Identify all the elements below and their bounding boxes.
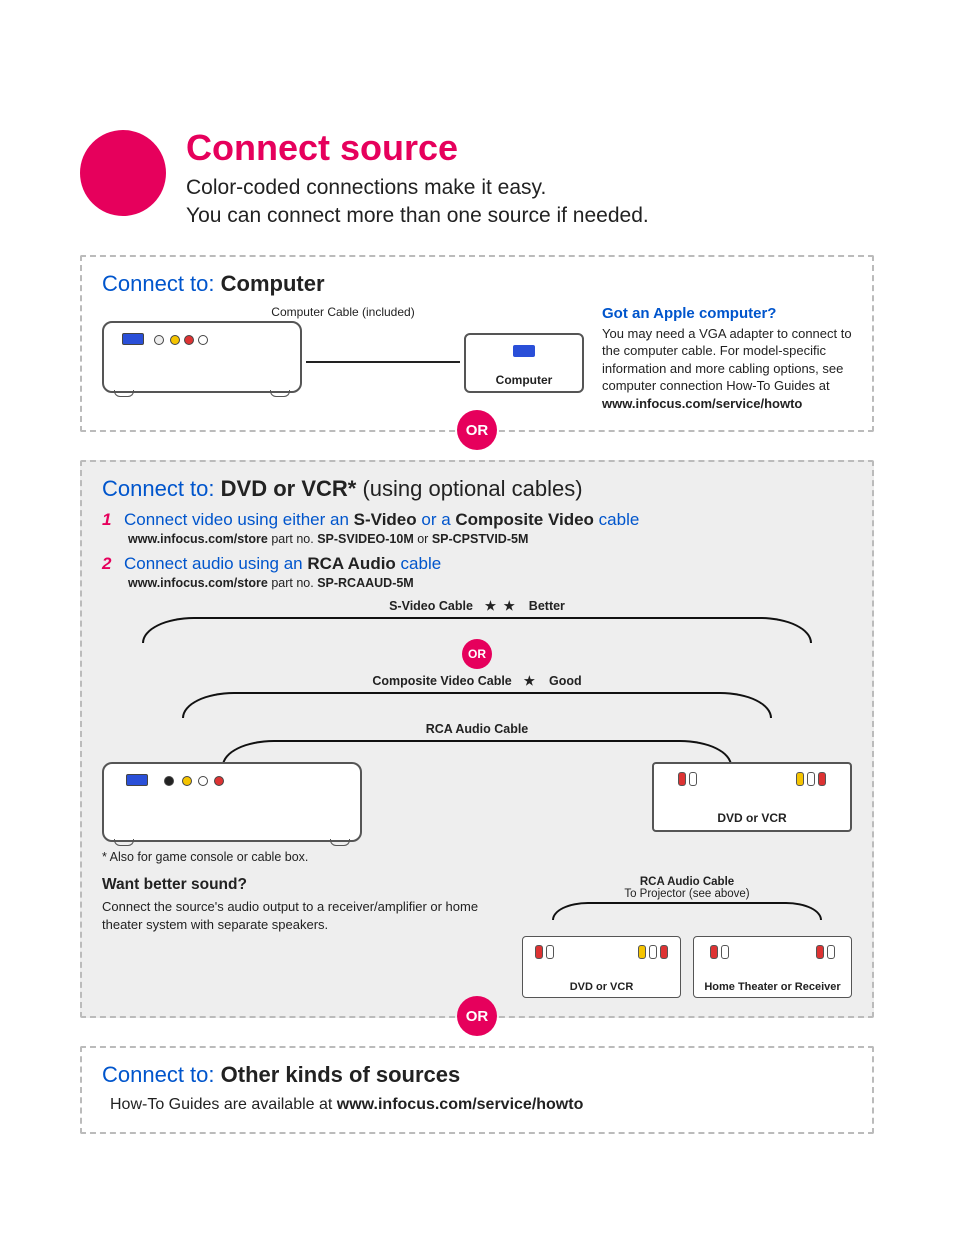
sound-rca-label: RCA Audio Cable — [522, 876, 852, 888]
sound-title: Want better sound? — [102, 876, 504, 894]
receiver-label: Home Theater or Receiver — [704, 981, 840, 993]
section-dvd-heading: Connect to: DVD or VCR* (using optional … — [102, 476, 852, 502]
or-small-badge: OR — [462, 639, 492, 669]
composite-arc-icon — [182, 692, 772, 718]
dvd-mini-box-icon: DVD or VCR — [522, 936, 681, 998]
apple-body: You may need a VGA adapter to connect to… — [602, 325, 852, 413]
cable-icon — [306, 361, 460, 363]
or-divider: OR — [457, 410, 497, 450]
page-header: Connect source Color-coded connections m… — [80, 130, 874, 231]
or-divider: OR — [457, 996, 497, 1036]
sound-body: Connect the source's audio output to a r… — [102, 898, 504, 933]
cable-label: Computer Cable (included) — [102, 305, 584, 319]
computer-label: Computer — [496, 373, 553, 387]
heading-prefix: Connect to: — [102, 271, 221, 296]
other-body: How-To Guides are available at www.infoc… — [110, 1096, 852, 1114]
mini-dvd-label: DVD or VCR — [570, 981, 634, 993]
receiver-mini-box-icon: Home Theater or Receiver — [693, 936, 852, 998]
step-2-parts: www.infocus.com/store part no. SP-RCAAUD… — [128, 576, 852, 590]
dvd-label: DVD or VCR — [717, 811, 786, 825]
section-computer-heading: Connect to: Computer — [102, 271, 852, 297]
dvd-diagram: S-Video Cable ★ ★ Better OR Composite Vi… — [102, 598, 852, 864]
projector-icon — [102, 321, 302, 393]
rca-cable-row: RCA Audio Cable — [102, 722, 852, 736]
step-2: 2 Connect audio using an RCA Audio cable — [102, 554, 852, 574]
heading-prefix: Connect to: — [102, 476, 221, 501]
section-other-heading: Connect to: Other kinds of sources — [102, 1062, 852, 1088]
section-dvd: Connect to: DVD or VCR* (using optional … — [80, 460, 874, 1018]
section-other: Connect to: Other kinds of sources How-T… — [80, 1046, 874, 1134]
heading-bold: Other kinds of sources — [221, 1062, 461, 1087]
heading-bold: Computer — [221, 271, 325, 296]
subtitle-line-1: Color-coded connections make it easy. — [186, 176, 546, 199]
apple-url: www.infocus.com/service/howto — [602, 396, 802, 411]
heading-prefix: Connect to: — [102, 1062, 221, 1087]
svideo-cable-row: S-Video Cable ★ ★ Better — [102, 598, 852, 613]
step-1: 1 Connect video using either an S-Video … — [102, 510, 852, 530]
sound-diagram: RCA Audio Cable To Projector (see above)… — [522, 876, 852, 998]
projector-icon — [102, 762, 362, 842]
better-sound-box: Want better sound? Connect the source's … — [102, 876, 852, 998]
step-text: Connect audio using an RCA Audio cable — [124, 554, 441, 574]
to-projector-label: To Projector (see above) — [522, 888, 852, 900]
apple-title: Got an Apple computer? — [602, 305, 852, 322]
dvd-box-icon: DVD or VCR — [652, 762, 852, 832]
computer-diagram: Computer Cable (included) Computer — [102, 305, 584, 405]
step-number: 2 — [102, 554, 116, 574]
heading-bold: DVD or VCR* — [221, 476, 357, 501]
step-1-parts: www.infocus.com/store part no. SP-SVIDEO… — [128, 532, 852, 546]
step-number: 1 — [102, 510, 116, 530]
page-title: Connect source — [186, 130, 649, 166]
other-url: www.infocus.com/service/howto — [337, 1096, 584, 1113]
red-dot-icon — [80, 130, 166, 216]
step-text: Connect video using either an S-Video or… — [124, 510, 639, 530]
sound-arc-icon — [552, 902, 822, 920]
apple-sidebar: Got an Apple computer? You may need a VG… — [602, 305, 852, 413]
footnote: * Also for game console or cable box. — [102, 850, 852, 864]
section-computer: Connect to: Computer Computer Cable (inc… — [80, 255, 874, 433]
composite-cable-row: Composite Video Cable ★ Good — [102, 673, 852, 688]
heading-note: (using optional cables) — [356, 476, 582, 501]
page-subtitle: Color-coded connections make it easy. Yo… — [186, 174, 649, 231]
subtitle-line-2: You can connect more than one source if … — [186, 204, 649, 227]
computer-icon: Computer — [464, 333, 584, 393]
